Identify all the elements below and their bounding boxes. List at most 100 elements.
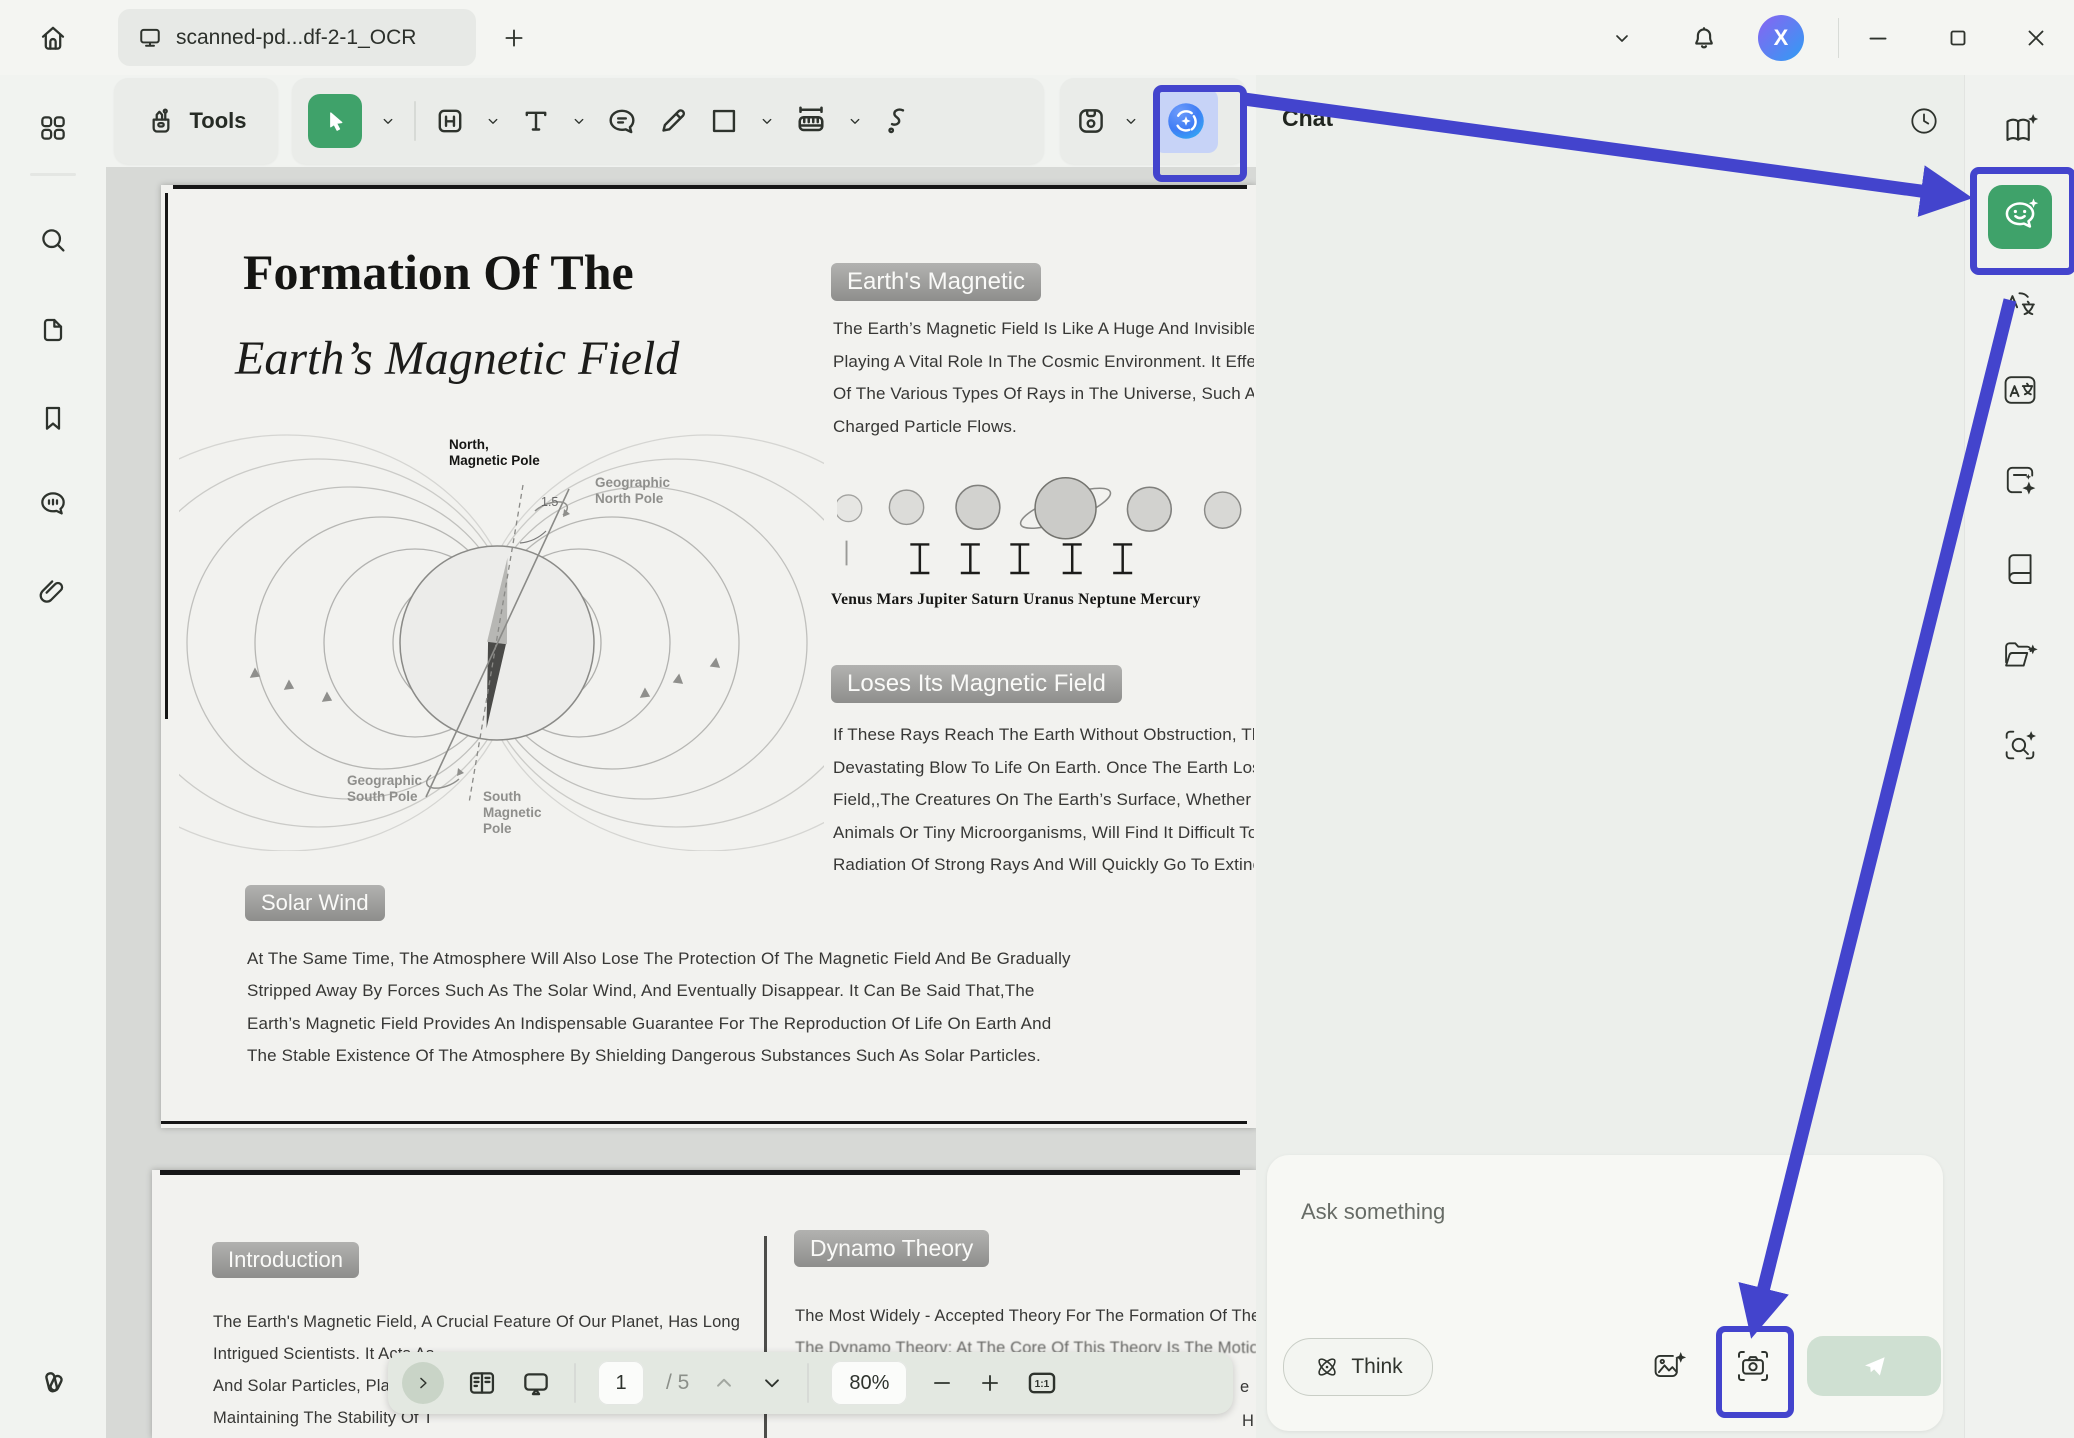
signature-tool-button[interactable] [881,104,915,138]
monitor-icon [136,24,164,52]
think-label: Think [1351,1355,1402,1379]
close-icon [2023,25,2049,51]
left-sidebar [0,75,106,1438]
minimize-button[interactable] [1856,16,1900,60]
sidebar-item-apps[interactable] [25,100,81,156]
measure-tool-button[interactable] [793,103,829,139]
scan-edge-top-p2 [160,1170,1240,1175]
tools-button[interactable]: Tools [114,78,278,164]
page-navigation-toolbar: 1 / 5 80% 1:1 [388,1352,1233,1414]
zoom-out-button[interactable] [929,1370,955,1396]
palette-swatches-icon [36,1365,70,1399]
heading-tool-chevron-icon[interactable] [484,112,502,130]
pencil-tool-button[interactable] [656,104,690,138]
rail-item-translate-page[interactable] [1985,360,2055,420]
shape-tool-chevron-icon[interactable] [758,112,776,130]
scan-edge-bottom [161,1121,1247,1124]
text-tool-button[interactable] [519,104,553,138]
avatar[interactable]: X [1758,15,1804,61]
maximize-button[interactable] [1936,16,1980,60]
stamp-tool-chevron-icon[interactable] [1122,112,1140,130]
sidebar-item-comments[interactable] [25,475,81,531]
diagram-label-north-pole: North,Magnetic Pole [449,437,540,469]
rail-item-ai-summary[interactable] [1985,450,2055,510]
pdf-viewport[interactable]: Formation Of The Earth’s Magnetic Field [106,167,1256,1438]
section-tag-earths-magnetic: Earth's Magnetic [831,263,1041,301]
main-toolbar [292,78,1044,164]
toolbox-icon [145,105,177,137]
attach-image-button[interactable] [1645,1342,1693,1390]
comment-tool-button[interactable] [605,104,639,138]
rail-item-ai-read[interactable] [1985,99,2055,159]
ai-tools-rail [1964,75,2074,1438]
pdf-page-1: Formation Of The Earth’s Magnetic Field [161,185,1256,1128]
search-sparkle-icon [2000,725,2040,765]
paragraph-loses-field: If These Rays Reach The Earth Without Ob… [833,719,1254,882]
sidebar-item-search[interactable] [25,212,81,268]
doc-title-line2: Earth’s Magnetic Field [235,331,679,386]
heading-tool-button[interactable] [433,104,467,138]
text-icon [519,104,553,138]
zoom-level-input[interactable]: 80% [831,1361,907,1405]
rail-item-reader[interactable] [1985,538,2055,598]
measure-tool-chevron-icon[interactable] [846,112,864,130]
sidebar-item-themes[interactable] [25,1354,81,1410]
comment-icon [37,487,69,519]
atom-icon [1313,1353,1341,1381]
paragraph-earths-magnetic: The Earth’s Magnetic Field Is Like A Hug… [833,313,1254,443]
next-page-button[interactable] [759,1370,785,1396]
select-tool-chevron-icon[interactable] [379,112,397,130]
ai-chat-panel: Chat Ask something Think [1256,75,1964,1438]
chat-input-card[interactable]: Ask something Think [1267,1155,1943,1431]
diagram-label-geo-south: GeographicSouth Pole [347,773,422,805]
bookmark-icon [37,402,69,434]
send-button[interactable] [1807,1336,1941,1396]
chat-history-button[interactable] [1900,97,1948,145]
cursor-icon [320,106,350,136]
book-sparkle-icon [2000,109,2040,149]
collapse-toolbar-button[interactable] [402,1362,444,1404]
stamp-icon [1074,104,1108,138]
one-to-one-icon: 1:1 [1025,1366,1059,1400]
page-number-value: 1 [615,1372,626,1395]
svg-text:1:1: 1:1 [1035,1379,1050,1390]
actual-size-button[interactable]: 1:1 [1025,1366,1059,1400]
diagram-label-south-pole: SouthMagneticPole [483,789,542,837]
image-sparkle-icon [1650,1347,1688,1385]
floatbar-divider [574,1363,576,1403]
sidebar-item-bookmarks[interactable] [25,390,81,446]
sidebar-item-attachments[interactable] [25,564,81,620]
notifications-button[interactable] [1680,14,1728,62]
presentation-mode-button[interactable] [520,1367,552,1399]
select-tool-button[interactable] [308,94,362,148]
home-button[interactable] [26,11,80,65]
two-page-view-button[interactable] [466,1367,498,1399]
shape-tool-button[interactable] [707,104,741,138]
scan-edge-top [173,185,1247,189]
plus-zoom-icon [977,1370,1003,1396]
new-tab-button[interactable] [494,18,534,58]
text-fragment-h: H [1242,1412,1254,1431]
rail-item-translate[interactable] [1985,275,2055,335]
highlight-box-ai-toolbar [1153,85,1247,182]
think-toggle-button[interactable]: Think [1283,1338,1433,1396]
stamp-tool-button[interactable] [1074,104,1108,138]
doc-title-line1: Formation Of The [243,243,634,301]
book-icon [2000,548,2040,588]
planets-illustration [837,477,1256,589]
zoom-in-button[interactable] [977,1370,1003,1396]
grid-icon [37,112,69,144]
rail-item-ai-search[interactable] [1985,715,2055,775]
close-button[interactable] [2014,16,2058,60]
rail-item-ai-files[interactable] [1985,625,2055,685]
planets-caption: Venus Mars Jupiter Saturn Uranus Neptune… [831,591,1201,609]
chat-input-placeholder[interactable]: Ask something [1301,1199,1445,1225]
document-tab[interactable]: scanned-pd...df-2-1_OCR [118,9,476,66]
sidebar-item-pages[interactable] [25,302,81,358]
page-number-input[interactable]: 1 [598,1361,644,1405]
history-clock-icon [1907,104,1941,138]
text-tool-chevron-icon[interactable] [570,112,588,130]
sidebar-divider [30,173,76,176]
app-menu-button[interactable] [1600,18,1644,58]
previous-page-button[interactable] [711,1370,737,1396]
